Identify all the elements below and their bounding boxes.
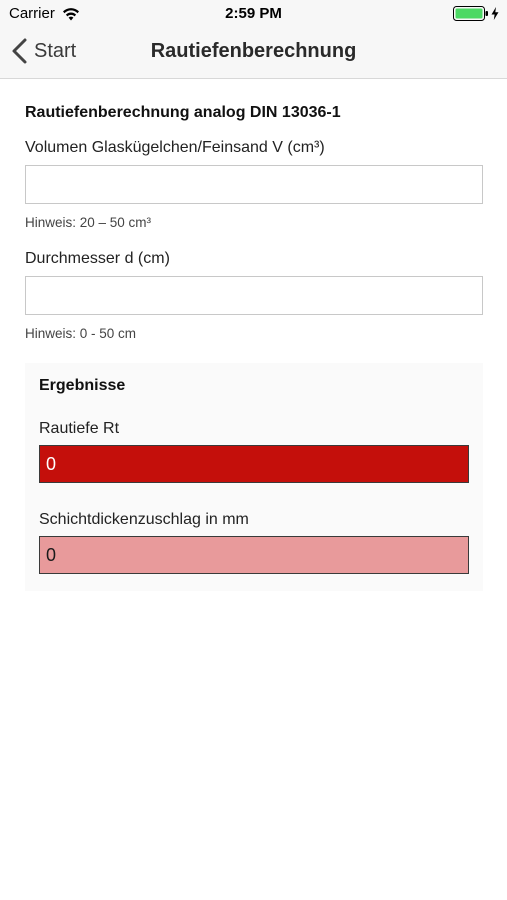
battery-icon [453, 6, 488, 21]
volumen-input[interactable] [25, 165, 483, 204]
rautiefe-label: Rautiefe Rt [39, 420, 120, 437]
durchmesser-hint: Hinweis: 0 - 50 cm [25, 326, 137, 341]
status-right [453, 6, 499, 21]
navigation-bar: Start Rautiefenberechnung [0, 28, 507, 79]
status-time: 2:59 PM [225, 5, 282, 22]
status-bar: Carrier 2:59 PM [0, 0, 507, 28]
volumen-label: Volumen Glaskügelchen/Feinsand V (cm³) [25, 139, 325, 156]
results-panel: Ergebnisse Rautiefe Rt 0 Schichtdickenzu… [25, 363, 483, 591]
page-title: Rautiefenberechnung [150, 40, 357, 62]
durchmesser-label: Durchmesser d (cm) [25, 250, 170, 267]
charging-bolt-icon [491, 7, 499, 20]
form-heading: Rautiefenberechnung analog DIN 13036-1 [25, 104, 341, 121]
schichtdicke-value: 0 [39, 536, 469, 574]
app-screen: Carrier 2:59 PM Start Rautiefenberechnun… [0, 0, 507, 900]
volumen-hint: Hinweis: 20 – 50 cm³ [25, 215, 152, 230]
rautiefe-value: 0 [39, 445, 469, 483]
calculator-form: Rautiefenberechnung analog DIN 13036-1 V… [25, 78, 483, 591]
results-heading: Ergebnisse [39, 377, 126, 394]
durchmesser-input[interactable] [25, 276, 483, 315]
schichtdicke-label: Schichtdickenzuschlag in mm [39, 511, 249, 528]
